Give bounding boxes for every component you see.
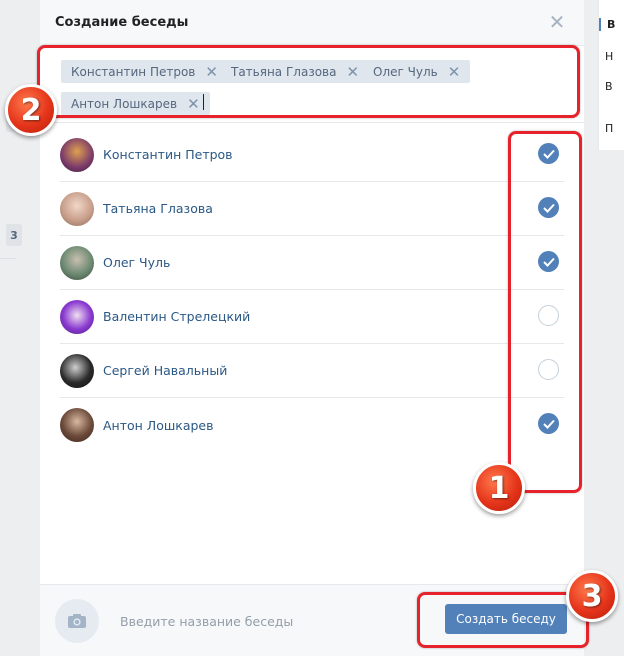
background-right-menu: В Н В П <box>598 0 624 150</box>
avatar <box>60 299 94 334</box>
annotation-badge-1: 1 <box>473 462 525 514</box>
background-counter-badge: 3 <box>6 224 22 246</box>
contact-name: Антон Лошкарев <box>103 417 214 433</box>
annotation-badge-2: 2 <box>5 84 57 136</box>
right-menu-item[interactable]: Н <box>605 50 613 63</box>
avatar <box>60 408 94 442</box>
highlight-checkboxes <box>508 131 582 493</box>
contact-name: Татьяна Глазова <box>103 201 213 216</box>
contact-name: Олег Чуль <box>103 255 171 270</box>
contact-row[interactable]: Олег Чуль <box>60 236 564 290</box>
background-divider <box>0 258 16 259</box>
contact-row[interactable]: Сергей Навальный <box>60 344 564 398</box>
highlight-create-button <box>417 592 589 648</box>
camera-glyph <box>68 614 86 628</box>
avatar <box>60 245 94 280</box>
modal-title: Создание беседы <box>55 15 189 30</box>
close-icon[interactable]: ✕ <box>548 12 566 32</box>
avatar <box>60 191 94 226</box>
contact-row[interactable]: Константин Петров <box>60 128 564 182</box>
right-menu-item[interactable]: В <box>599 18 615 31</box>
contact-row[interactable]: Татьяна Глазова <box>60 182 564 236</box>
highlight-selected-participants <box>37 45 580 118</box>
contact-name: Сергей Навальный <box>103 363 228 378</box>
camera-icon[interactable] <box>55 599 99 643</box>
contact-name: Константин Петров <box>103 147 233 162</box>
contact-row[interactable]: Антон Лошкарев <box>60 398 564 452</box>
background-right-column: В Н В П <box>584 0 624 656</box>
chat-name-input[interactable] <box>108 607 358 635</box>
contact-name: Валентин Стрелецкий <box>103 309 251 324</box>
contact-row[interactable]: Валентин Стрелецкий <box>60 290 564 344</box>
modal-header: Создание беседы ✕ <box>40 0 584 46</box>
right-menu-item[interactable]: В <box>605 80 613 93</box>
avatar <box>60 137 94 172</box>
right-menu-item[interactable]: П <box>605 122 613 135</box>
annotation-badge-3: 3 <box>566 570 618 622</box>
avatar <box>60 353 94 388</box>
